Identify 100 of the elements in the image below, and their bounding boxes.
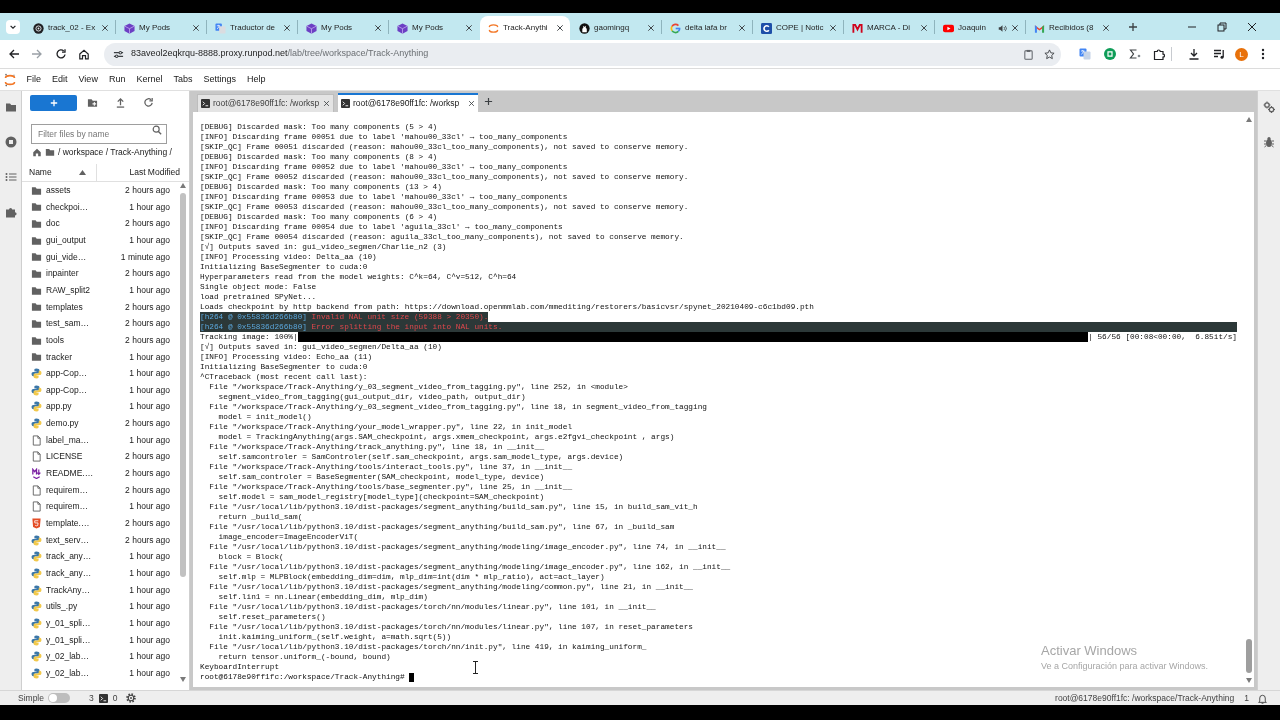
file-name[interactable]: requirem… (46, 500, 89, 514)
upload-icon[interactable] (115, 97, 126, 108)
browser-tab[interactable]: COPE | Notic (753, 16, 843, 40)
clipboard-icon[interactable] (1023, 48, 1034, 60)
file-name[interactable]: y_01_spli… (46, 633, 91, 647)
file-name[interactable]: requirem… (46, 483, 89, 497)
file-name[interactable]: doc (46, 217, 60, 230)
close-icon[interactable] (1011, 24, 1019, 32)
home-icon[interactable] (78, 48, 90, 60)
close-icon[interactable] (829, 24, 837, 32)
new-folder-icon[interactable] (87, 97, 98, 108)
close-icon[interactable] (101, 24, 109, 32)
close-icon[interactable] (468, 100, 475, 107)
close-icon[interactable] (323, 100, 330, 107)
menu-item[interactable]: Run (103, 72, 131, 87)
browser-tab[interactable]: track_02 - Ex (25, 16, 115, 40)
bug-icon[interactable] (1263, 136, 1275, 148)
menu-item[interactable]: Kernel (130, 72, 168, 87)
new-tab-icon[interactable] (1128, 21, 1138, 32)
browser-tab[interactable]: Traductor de (207, 16, 297, 40)
file-name[interactable]: utils_.py (46, 600, 78, 614)
circle-badge-icon[interactable] (1104, 48, 1116, 60)
file-name[interactable]: y_02_lab… (46, 667, 89, 680)
scrollbar[interactable] (1245, 115, 1253, 685)
file-name[interactable]: RAW_split2 (46, 283, 91, 297)
menu-item[interactable]: View (73, 72, 104, 87)
file-name[interactable]: gui_output (46, 233, 86, 247)
breadcrumb-path[interactable]: / workspace / Track-Anything / (58, 145, 172, 159)
browser-tab[interactable]: delta lafa br (662, 16, 752, 40)
close-icon[interactable] (465, 24, 473, 32)
file-name[interactable]: app-Cop… (46, 367, 88, 380)
browser-tab[interactable]: Recibidos (8 (1026, 16, 1116, 40)
file-name[interactable]: TrackAny… (46, 583, 91, 597)
file-name[interactable]: tools (46, 333, 64, 347)
file-name[interactable]: tracker (46, 350, 72, 364)
restore-icon[interactable] (1217, 21, 1227, 32)
file-name[interactable]: text_serv… (46, 533, 89, 547)
file-name[interactable]: checkpoi… (46, 200, 89, 214)
browser-tab[interactable]: My Pods (389, 16, 479, 40)
file-name[interactable]: README.… (46, 467, 94, 480)
gears-icon[interactable] (1263, 101, 1275, 113)
browser-tab[interactable]: MARCA - Di (844, 16, 934, 40)
file-name[interactable]: app.py (46, 400, 72, 414)
folder-icon[interactable] (4, 101, 17, 113)
terminal-tab[interactable]: root@6178e90ff1fc: /worksp (197, 94, 334, 112)
stop-circle-icon[interactable] (4, 136, 17, 148)
file-name[interactable]: track_any… (46, 550, 92, 564)
file-name[interactable]: demo.py (46, 417, 79, 430)
notification-count[interactable]: 1 (1244, 691, 1249, 705)
file-name[interactable]: y_02_lab… (46, 650, 89, 664)
filter-field[interactable]: Filter files by name (31, 124, 167, 144)
search-icon[interactable] (152, 125, 162, 135)
playlist-icon[interactable] (1213, 48, 1225, 60)
close-icon[interactable] (920, 24, 928, 32)
close-icon[interactable] (556, 24, 564, 32)
translate-icon[interactable] (1079, 48, 1091, 60)
browser-tab[interactable]: gaomingq (571, 16, 661, 40)
file-name[interactable]: test_sam… (46, 317, 89, 330)
puzzle-icon[interactable] (1153, 48, 1165, 60)
close-icon[interactable] (738, 24, 746, 32)
kernel-count[interactable]: 0 (112, 691, 118, 705)
mode-toggle[interactable] (48, 693, 70, 703)
file-name[interactable]: LICENSE (46, 450, 83, 464)
browser-tab[interactable]: My Pods (116, 16, 206, 40)
forward-arrow-icon[interactable] (31, 48, 43, 60)
browser-tab[interactable]: Track-Anythi (480, 16, 570, 40)
file-name[interactable]: y_01_spli… (46, 617, 91, 630)
menu-item[interactable]: Help (241, 72, 271, 87)
more-menu-icon[interactable] (1261, 48, 1265, 60)
terminal-tab[interactable]: root@6178e90ff1fc: /worksp (338, 93, 478, 112)
gear-icon[interactable] (126, 693, 137, 703)
address-bar[interactable]: 83aveol2eqkrqu-8888.proxy.runpod.net/lab/tree/workspace/Track-Anything (104, 42, 1061, 66)
close-icon[interactable] (192, 24, 200, 32)
browser-tab[interactable]: My Pods (298, 16, 388, 40)
list-icon[interactable] (4, 171, 17, 183)
file-name[interactable]: assets (46, 183, 71, 197)
home-icon[interactable] (32, 147, 42, 157)
close-icon[interactable] (647, 24, 655, 32)
folder-icon[interactable] (45, 147, 55, 157)
star-icon[interactable] (1044, 48, 1055, 60)
close-icon[interactable] (1102, 24, 1110, 32)
new-launcher-button[interactable] (30, 94, 77, 111)
download-icon[interactable] (1188, 48, 1200, 60)
terminal-icon[interactable] (98, 693, 108, 703)
file-name[interactable]: templates (46, 300, 83, 314)
tab-search-button[interactable] (6, 20, 20, 34)
file-name[interactable]: track_any… (46, 567, 92, 580)
refresh-icon[interactable] (143, 97, 154, 108)
file-name[interactable]: inpainter (46, 267, 79, 280)
file-name[interactable]: app-Cop… (46, 383, 88, 397)
close-icon[interactable] (1247, 21, 1257, 32)
menu-item[interactable]: Tabs (167, 72, 198, 87)
file-name[interactable]: gui_vide… (46, 250, 87, 264)
browser-tab[interactable]: Joaquin (935, 16, 1025, 40)
menu-item[interactable]: Settings (197, 72, 242, 87)
column-header[interactable]: Last Modified (96, 164, 189, 181)
add-tab-icon[interactable] (484, 97, 493, 106)
close-icon[interactable] (374, 24, 382, 32)
terminal-count[interactable]: 3 (89, 691, 94, 705)
menu-item[interactable]: File (21, 72, 47, 87)
